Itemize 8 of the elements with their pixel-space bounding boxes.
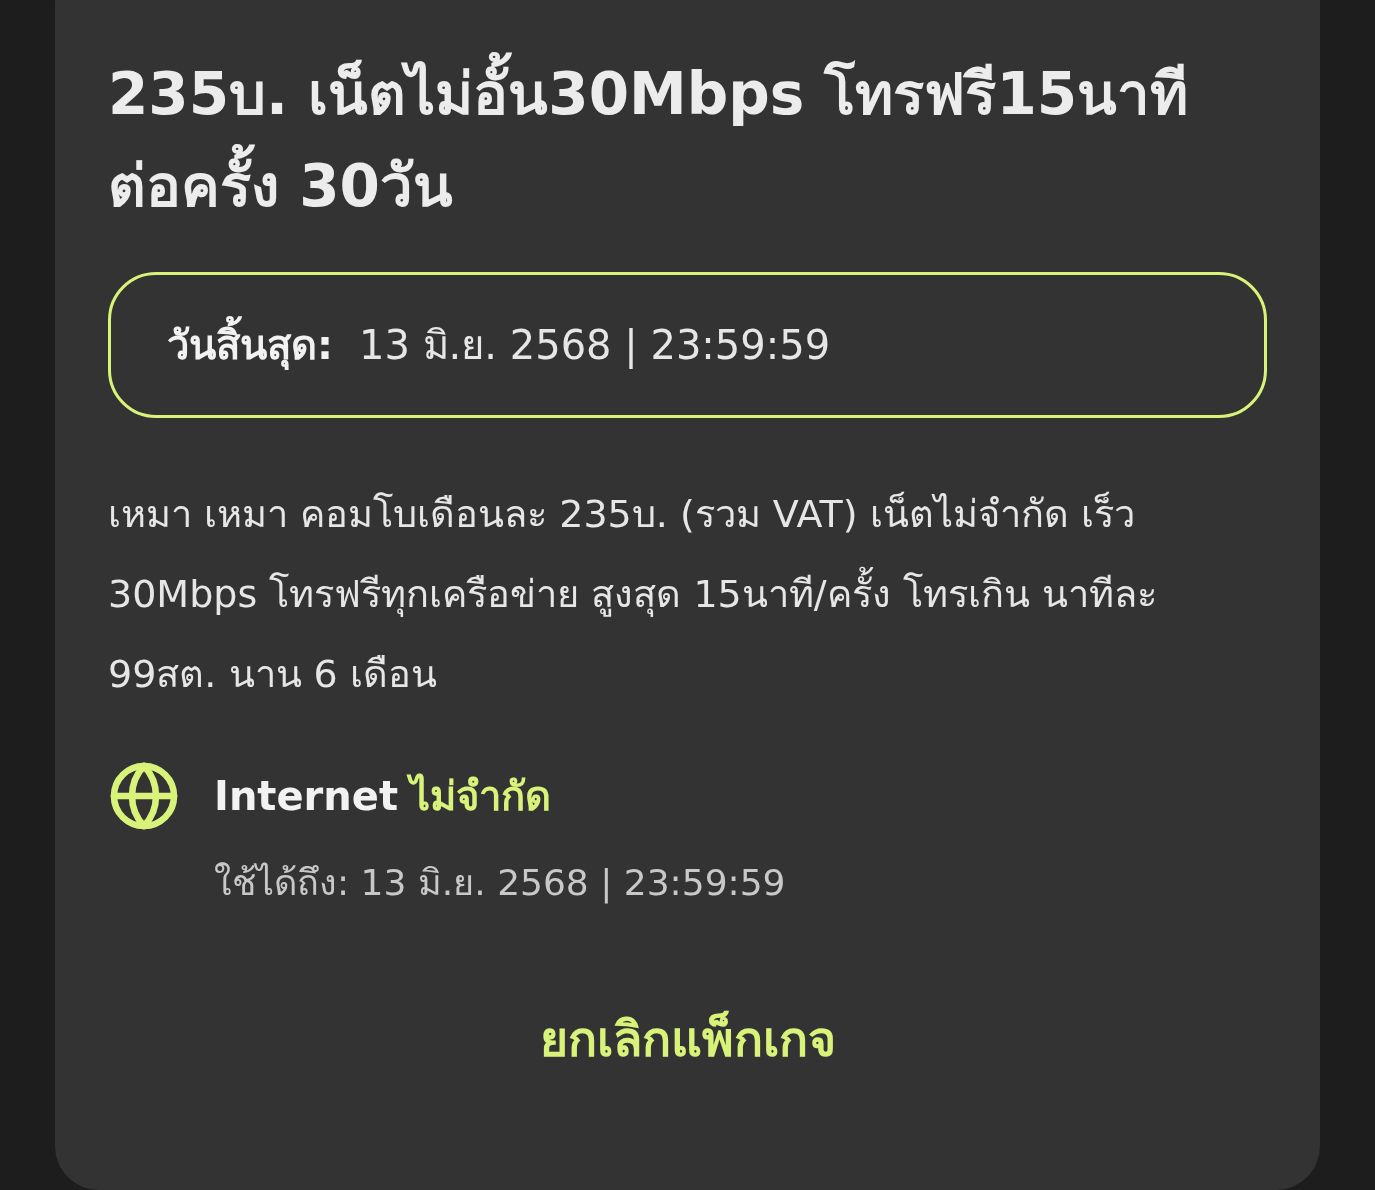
package-description: เหมา เหมา คอมโบเดือนละ 235บ. (รวม VAT) เน็ตไม่จำกัด เร็ว 30Mbps โทรฟรีทุกเครือข่าย สูงสุด 15นาที/ครั้ง โทรเกิน นาทีละ 99สต. นาน 6 เดือน: [108, 490, 1158, 698]
globe-icon: [108, 760, 180, 832]
cancel-package-button[interactable]: ยกเลิกแพ็กเกจ: [523, 993, 852, 1085]
expiry-date: 13 มิ.ย. 2568 | 23:59:59: [359, 321, 831, 371]
expiry-label: วันสิ้นสุด:: [167, 313, 333, 377]
benefit-valid-until: ใช้ได้ถึง: 13 มิ.ย. 2568 | 23:59:59: [214, 861, 787, 906]
benefit-name: Internet: [214, 773, 399, 819]
package-title: 235บ. เน็ตไม่อั้น30Mbps โทรฟรี15นาทีต่อครั้ง 30วัน: [108, 48, 1228, 232]
